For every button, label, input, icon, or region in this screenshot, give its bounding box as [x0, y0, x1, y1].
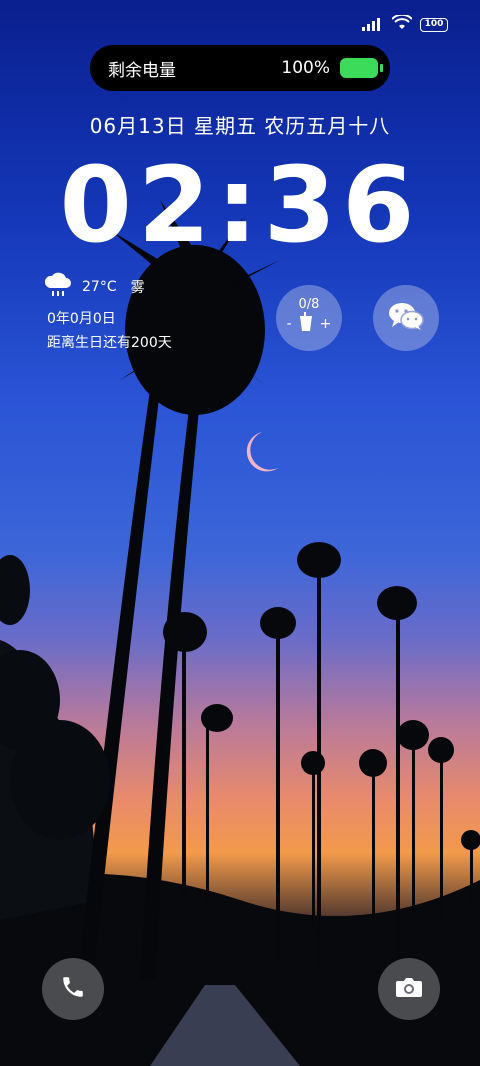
- battery-icon: 100: [420, 18, 448, 32]
- weather-condition: 雾: [130, 280, 145, 296]
- date-line: 06月13日 星期五 农历五月十八: [89, 114, 391, 138]
- camera-icon: [395, 975, 423, 1003]
- wechat-icon: [388, 301, 424, 335]
- battery-level-text: 100: [424, 19, 444, 29]
- phone-shortcut-button[interactable]: [42, 958, 104, 1020]
- clock[interactable]: 02:36: [0, 145, 480, 265]
- wifi-icon: [391, 13, 413, 35]
- moon-icon: [246, 432, 278, 472]
- water-plus-button[interactable]: +: [320, 316, 332, 332]
- water-count: 0/8: [298, 296, 320, 312]
- birthday-countdown: 距离生日还有200天: [47, 335, 172, 351]
- water-minus-button[interactable]: -: [287, 316, 292, 332]
- status-bar: 100: [362, 13, 448, 36]
- cup-icon: [298, 311, 314, 336]
- weather-widget[interactable]: 27°C 雾: [44, 272, 145, 302]
- battery-bar-icon: [340, 58, 383, 78]
- battery-label: 剩余电量: [108, 60, 176, 81]
- camera-shortcut-button[interactable]: [378, 958, 440, 1020]
- date-counter: 0年0月0日: [47, 311, 116, 327]
- water-intake-widget[interactable]: 0/8 - +: [276, 285, 342, 351]
- phone-icon: [60, 974, 86, 1004]
- signal-icon: [362, 16, 384, 35]
- wechat-shortcut[interactable]: [373, 285, 439, 351]
- temperature: 27°C: [82, 279, 117, 295]
- battery-percent: 100%: [281, 58, 330, 78]
- rain-cloud-icon: [44, 272, 72, 302]
- battery-notification[interactable]: 剩余电量 100%: [90, 45, 390, 91]
